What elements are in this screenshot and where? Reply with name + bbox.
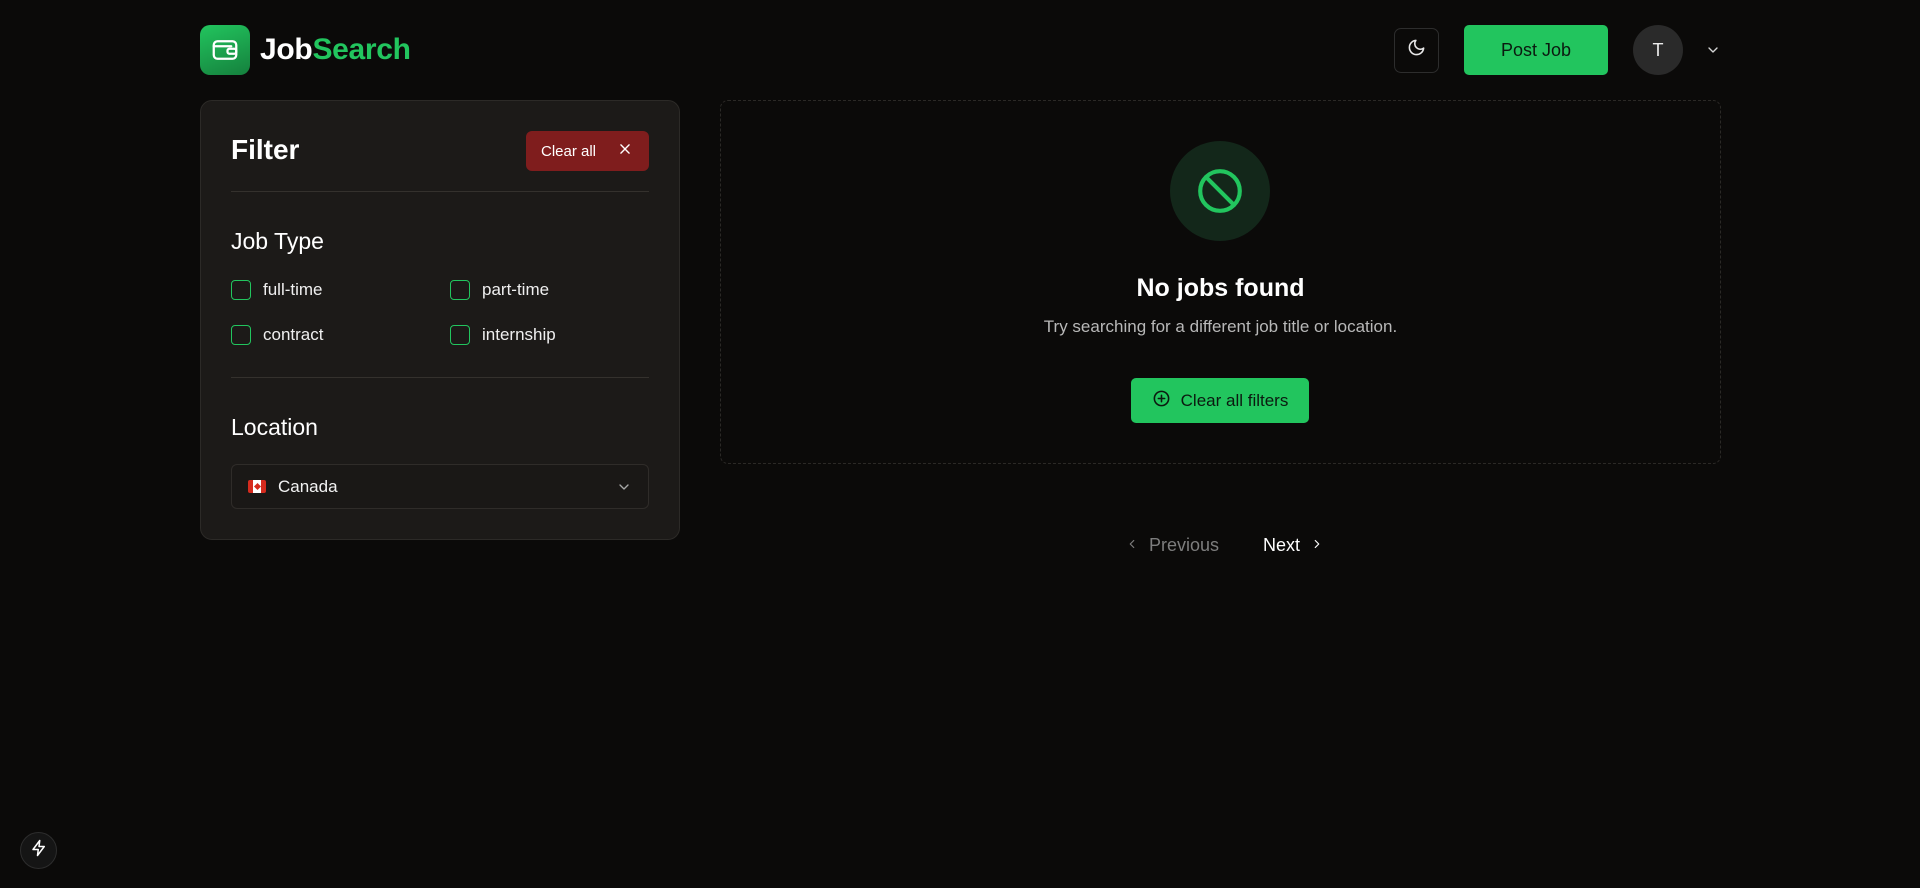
clear-all-label: Clear all [541, 142, 597, 160]
next-label: Next [1263, 535, 1301, 555]
chevron-right-icon [1310, 535, 1324, 556]
moon-icon [1407, 38, 1426, 62]
header-actions: Post Job T [1394, 25, 1721, 75]
checkbox-label: internship [482, 325, 556, 344]
clear-all-button[interactable]: Clear all [526, 131, 649, 171]
top-header: JobSearch Post Job T [200, 24, 1721, 76]
empty-state-title: No jobs found [1136, 274, 1305, 302]
job-type-option-contract[interactable]: contract [231, 325, 323, 345]
checkbox-label: contract [263, 325, 324, 344]
job-type-option-full-time[interactable]: full-time [231, 280, 323, 300]
previous-page-button[interactable]: Previous [1125, 535, 1219, 556]
job-type-option-internship[interactable]: internship [450, 325, 556, 345]
wallet-icon [200, 25, 250, 75]
location-selected-value: Canada [278, 476, 338, 496]
checkbox-label: part-time [482, 280, 550, 299]
empty-state-subtitle: Try searching for a different job title … [1043, 317, 1398, 336]
plus-circle-icon [1152, 389, 1171, 413]
checkbox[interactable] [450, 280, 470, 300]
chevron-down-icon[interactable] [1705, 42, 1721, 58]
location-select[interactable]: Canada [231, 464, 649, 509]
theme-toggle-button[interactable] [1394, 27, 1439, 73]
post-job-button[interactable]: Post Job [1464, 25, 1608, 75]
location-heading: Location [231, 414, 318, 440]
brand-name: JobSearch [260, 33, 411, 67]
ban-icon [1170, 141, 1270, 241]
canada-flag-icon [248, 480, 266, 493]
chevron-left-icon [1125, 535, 1139, 556]
chevron-down-icon [616, 479, 632, 500]
clear-all-filters-label: Clear all filters [1180, 390, 1289, 410]
brand-name-search: Search [312, 33, 411, 66]
job-type-heading: Job Type [231, 228, 324, 254]
checkbox[interactable] [231, 325, 251, 345]
divider [231, 377, 649, 378]
pagination: Previous Next [1125, 535, 1324, 556]
bolt-icon [30, 839, 48, 862]
close-icon [618, 142, 632, 160]
avatar[interactable]: T [1633, 25, 1683, 75]
next-page-button[interactable]: Next [1263, 535, 1324, 556]
checkbox[interactable] [450, 325, 470, 345]
checkbox-label: full-time [263, 280, 323, 299]
divider [231, 191, 649, 192]
clear-all-filters-button[interactable]: Clear all filters [1131, 378, 1309, 423]
brand-logo[interactable]: JobSearch [200, 25, 411, 75]
filter-title: Filter [231, 134, 300, 165]
job-type-option-part-time[interactable]: part-time [450, 280, 549, 300]
brand-name-job: Job [260, 33, 313, 66]
previous-label: Previous [1149, 535, 1220, 555]
bolt-button[interactable] [20, 832, 57, 869]
checkbox[interactable] [231, 280, 251, 300]
